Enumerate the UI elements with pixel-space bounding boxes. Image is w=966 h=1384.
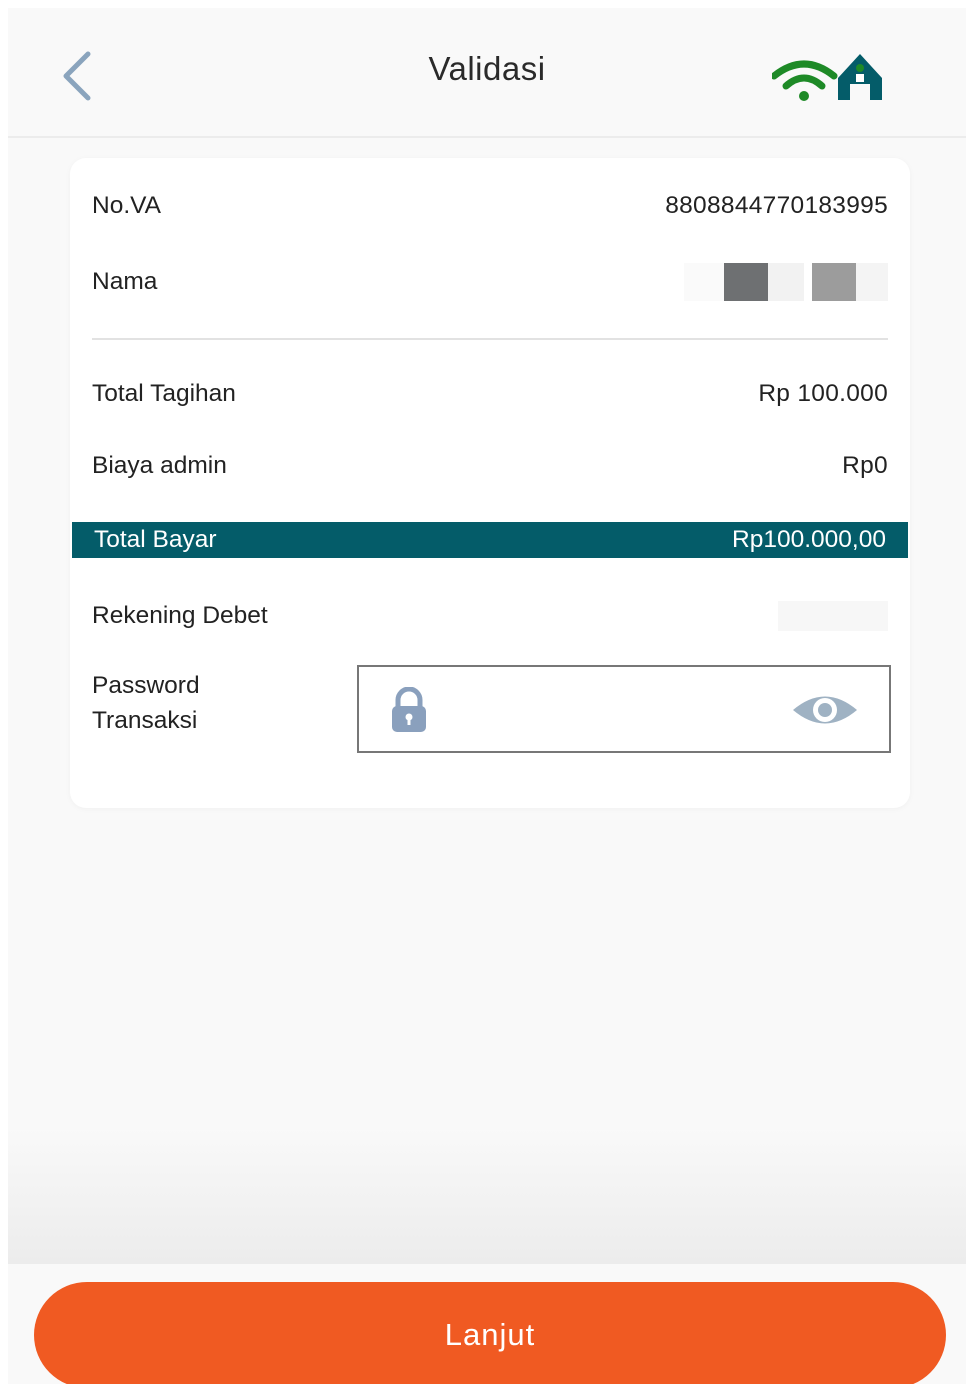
total-tagihan-value: Rp 100.000 [758,380,888,407]
total-tagihan-row: Total Tagihan Rp 100.000 [92,380,888,408]
total-bayar-bar: Total Bayar Rp100.000,00 [72,522,908,558]
eye-icon[interactable] [791,691,859,729]
no-va-row: No.VA 8808844770183995 [92,192,888,220]
nama-label: Nama [92,268,158,295]
password-input[interactable] [357,665,891,753]
nama-value-redacted [684,262,888,302]
rekening-debet-row: Rekening Debet [92,596,888,636]
no-va-label: No.VA [92,192,161,219]
transaction-detail-card: No.VA 8808844770183995 Nama Total Tagiha… [70,158,910,808]
password-label: Password Transaksi [92,672,200,734]
validation-screen: Validasi No.VA 8808844770183995 Nama Tot… [8,8,966,1384]
total-bayar-label: Total Bayar [94,526,217,553]
rekening-debet-label: Rekening Debet [92,602,268,629]
biaya-admin-label: Biaya admin [92,452,227,479]
app-header: Validasi [8,8,966,138]
total-tagihan-label: Total Tagihan [92,380,236,407]
lanjut-button[interactable]: Lanjut [34,1282,946,1384]
wifi-home-logo [770,50,888,106]
biaya-admin-value: Rp0 [842,452,888,479]
total-bayar-value: Rp100.000,00 [732,526,886,553]
no-va-value: 8808844770183995 [665,192,888,219]
lock-icon [392,687,426,732]
nama-row: Nama [92,262,888,302]
rekening-debet-value-redacted [778,596,888,636]
bottom-fade [8,1128,966,1264]
section-divider [92,338,888,340]
biaya-admin-row: Biaya admin Rp0 [92,452,888,480]
